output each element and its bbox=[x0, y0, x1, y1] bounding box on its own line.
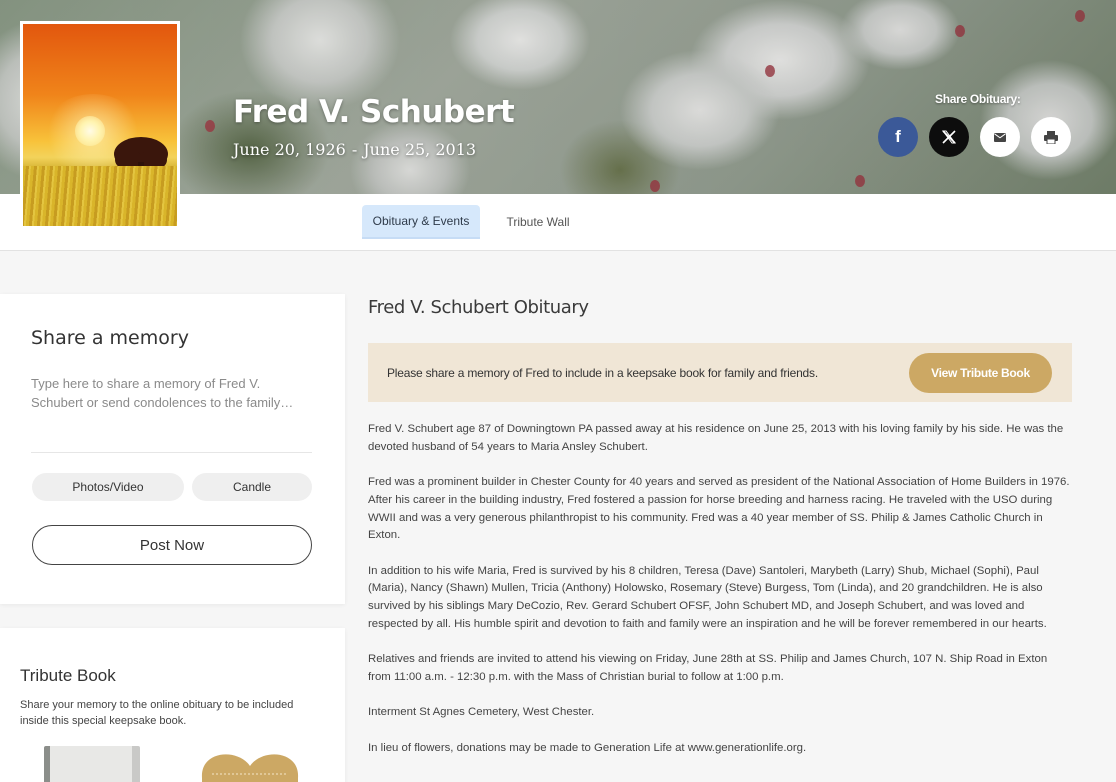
death-date: June 25, 2013 bbox=[363, 140, 477, 159]
obituary-paragraph: In lieu of flowers, donations may be mad… bbox=[368, 741, 807, 754]
obituary-paragraph: Fred was a prominent builder in Chester … bbox=[368, 476, 1070, 542]
obituary-title: Fred V. Schubert Obituary bbox=[368, 297, 589, 318]
tribute-book-card: Tribute Book Share your memory to the on… bbox=[0, 628, 345, 782]
obituary-paragraph: Fred V. Schubert age 87 of Downingtown P… bbox=[368, 423, 1064, 453]
sun-icon bbox=[75, 116, 105, 146]
obituary-paragraph: Interment St Agnes Cemetery, West Cheste… bbox=[368, 706, 595, 719]
x-icon bbox=[942, 130, 956, 144]
facebook-icon: f bbox=[895, 127, 901, 146]
share-memory-title: Share a memory bbox=[31, 327, 189, 349]
tribute-book-banner: Please share a memory of Fred to include… bbox=[368, 343, 1072, 402]
post-now-button[interactable]: Post Now bbox=[32, 525, 312, 565]
deceased-name: Fred V. Schubert bbox=[233, 94, 515, 130]
share-memory-card: Share a memory Type here to share a memo… bbox=[0, 294, 345, 604]
heart-image bbox=[201, 754, 299, 782]
tab-obituary-events[interactable]: Obituary & Events bbox=[362, 205, 480, 239]
tribute-book-title: Tribute Book bbox=[20, 666, 116, 685]
share-label: Share Obituary: bbox=[935, 92, 1021, 106]
obituary-body: Fred V. Schubert age 87 of Downingtown P… bbox=[368, 421, 1072, 775]
photos-video-button[interactable]: Photos/Video bbox=[32, 473, 184, 501]
date-separator: - bbox=[351, 140, 358, 159]
print-icon bbox=[1044, 130, 1058, 144]
portrait-photo bbox=[20, 21, 180, 229]
tribute-book-description: Share your memory to the online obituary… bbox=[20, 699, 294, 727]
obituary-paragraph: In addition to his wife Maria, Fred is s… bbox=[368, 564, 1047, 630]
banner-text: Please share a memory of Fred to include… bbox=[387, 366, 818, 380]
view-tribute-book-button[interactable]: View Tribute Book bbox=[909, 353, 1052, 393]
name-block: Fred V. Schubert June 20, 1926- June 25, … bbox=[233, 94, 515, 159]
candle-button[interactable]: Candle bbox=[192, 473, 312, 501]
obituary-paragraph: Relatives and friends are invited to att… bbox=[368, 653, 1048, 683]
email-icon bbox=[994, 132, 1006, 142]
print-button[interactable] bbox=[1031, 117, 1071, 157]
divider bbox=[31, 452, 312, 453]
birth-date: June 20, 1926 bbox=[233, 140, 346, 159]
memory-input[interactable]: Type here to share a memory of Fred V. S… bbox=[31, 374, 313, 412]
book-image bbox=[44, 746, 140, 782]
tab-tribute-wall[interactable]: Tribute Wall bbox=[495, 205, 581, 239]
facebook-share-button[interactable]: f bbox=[878, 117, 918, 157]
x-share-button[interactable] bbox=[929, 117, 969, 157]
life-dates: June 20, 1926- June 25, 2013 bbox=[233, 140, 514, 159]
email-share-button[interactable] bbox=[980, 117, 1020, 157]
